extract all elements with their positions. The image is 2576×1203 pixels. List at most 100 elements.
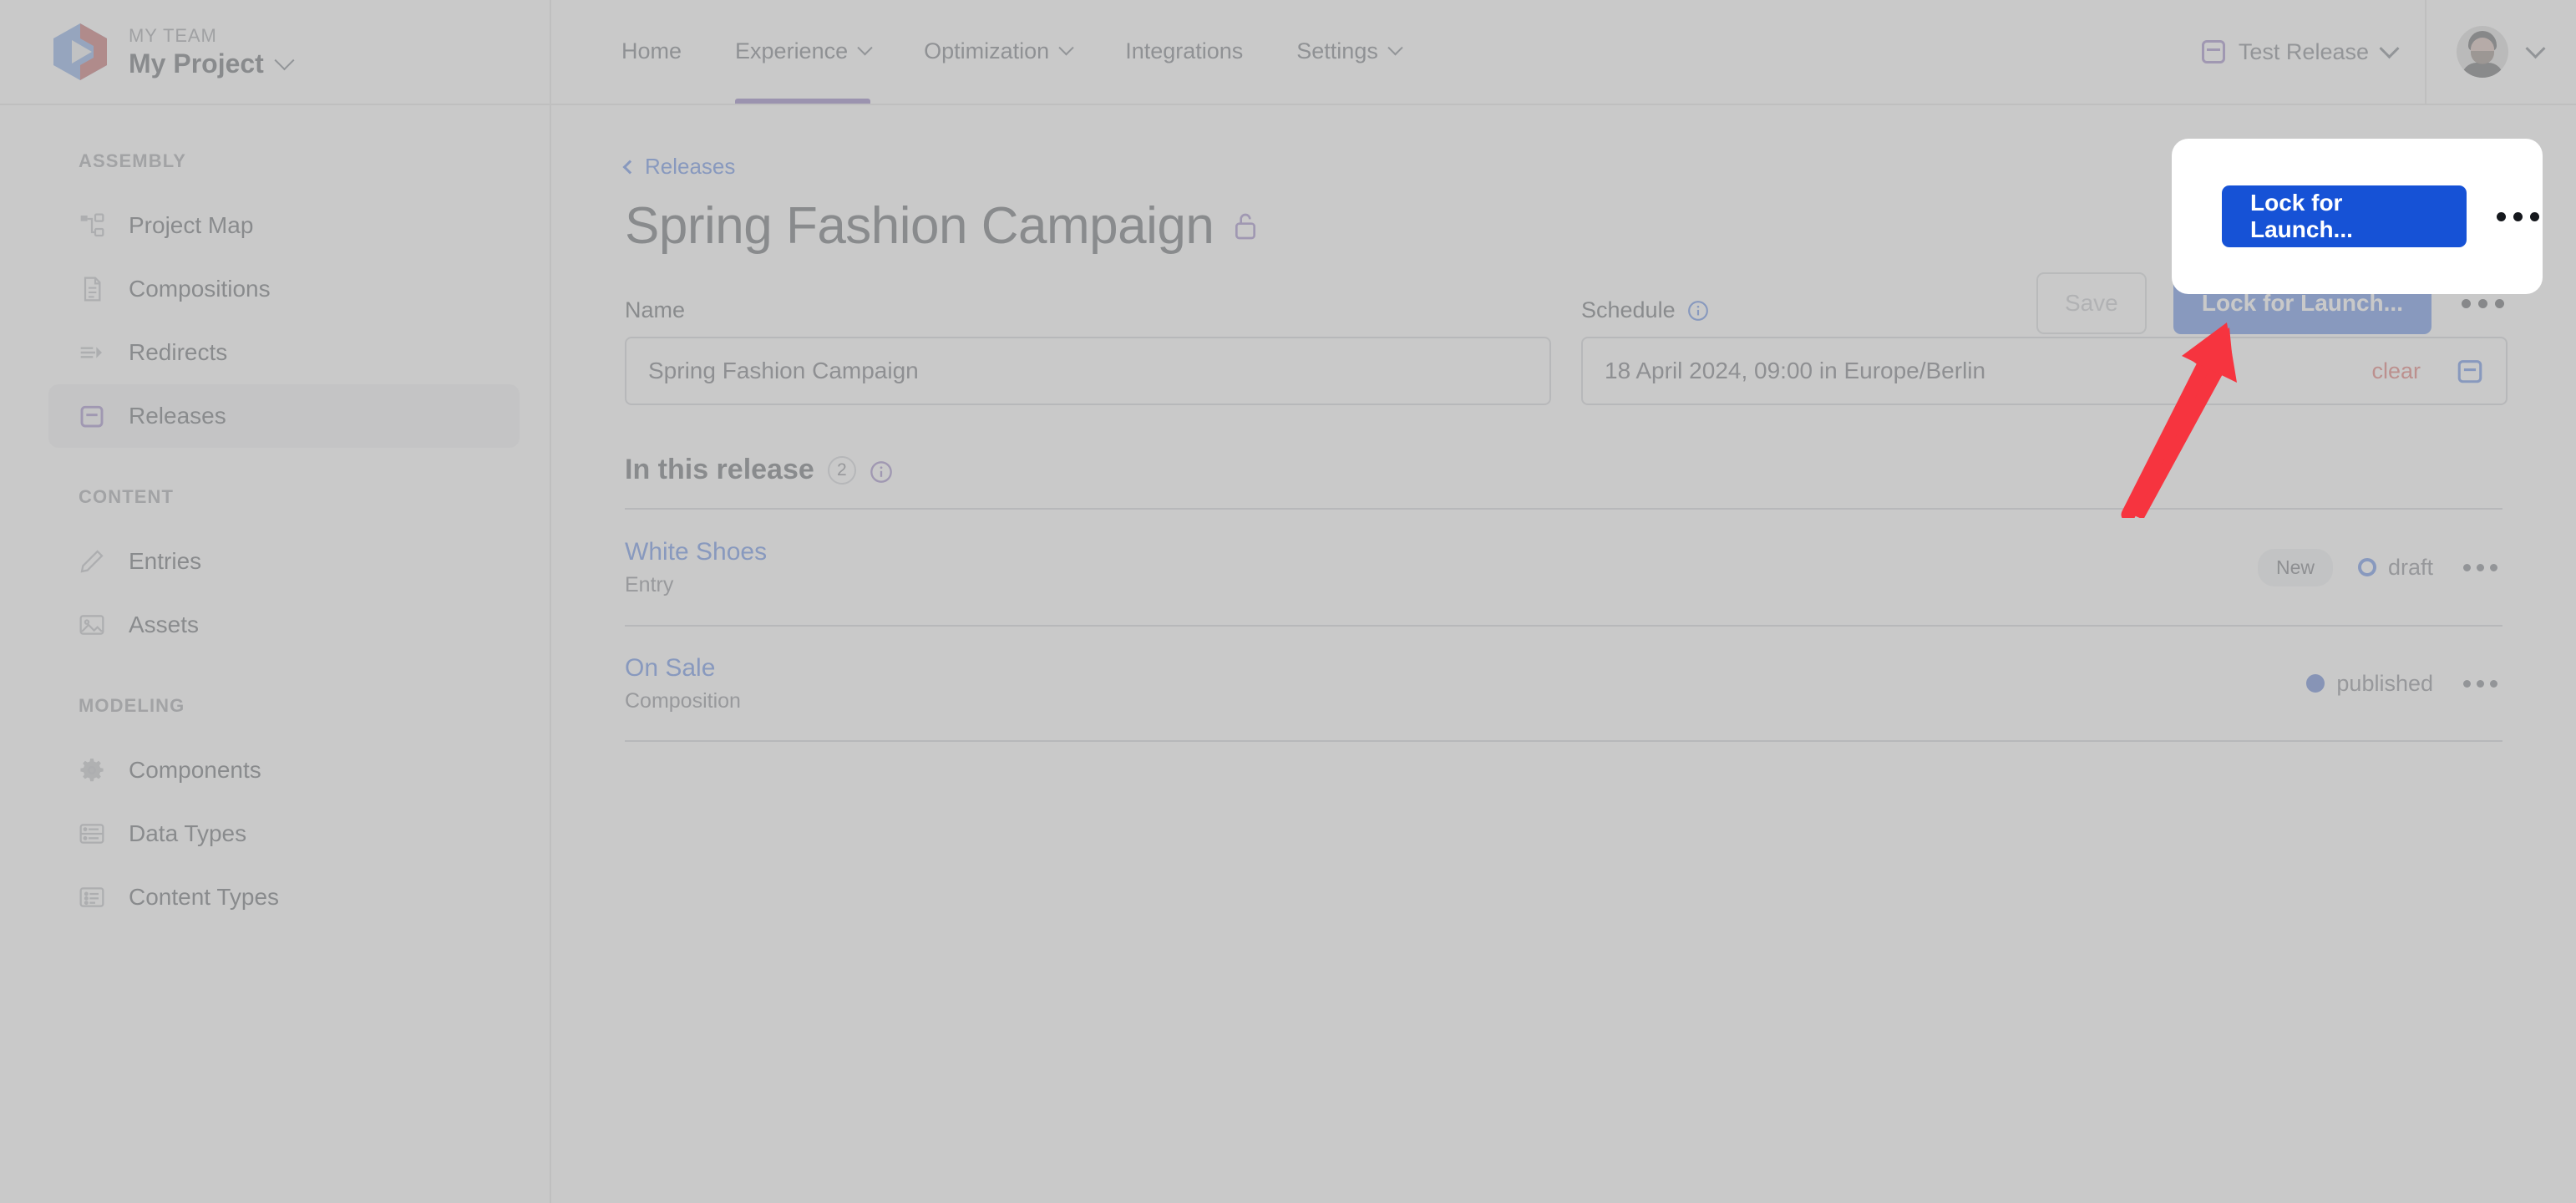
sitemap-icon: [79, 212, 105, 239]
kebab-menu-icon[interactable]: [2458, 556, 2502, 580]
lock-for-launch-button[interactable]: Lock for Launch...: [2222, 185, 2467, 247]
row-meta: published: [2306, 671, 2502, 697]
sidebar-item-components[interactable]: Components: [48, 739, 520, 802]
schedule-controls: clear: [2371, 357, 2484, 385]
item-status-label: published: [2336, 670, 2433, 696]
brand-project-switcher[interactable]: MY TEAM My Project: [0, 0, 551, 104]
nav-item-label: Settings: [1296, 38, 1378, 63]
sidebar-item-assets[interactable]: Assets: [48, 593, 520, 657]
kebab-menu-icon[interactable]: [2493, 202, 2543, 231]
nav-item-home[interactable]: Home: [595, 0, 708, 104]
page-actions: Lock for Launch...: [2172, 139, 2543, 294]
sidebar-item-label: Redirects: [129, 339, 228, 365]
name-input[interactable]: Spring Fashion Campaign: [625, 337, 1551, 405]
schedule-label-text: Schedule: [1581, 297, 1676, 322]
nav-item-settings[interactable]: Settings: [1270, 0, 1427, 104]
item-status: draft: [2357, 554, 2433, 581]
row-primary: On Sale Composition: [625, 654, 741, 713]
avatar: [2457, 26, 2508, 78]
uniform-logo-icon: [52, 22, 109, 82]
info-circle-icon[interactable]: [1687, 300, 1709, 322]
page-title: Spring Fashion Campaign: [625, 197, 1214, 255]
main-nav: Home Experience Optimization Integration…: [551, 0, 1427, 104]
sidebar: ASSEMBLY Project Map Compositions Redire…: [0, 105, 551, 1203]
sidebar-item-label: Components: [129, 757, 261, 783]
chevron-down-icon: [1387, 39, 1403, 55]
nav-item-label: Home: [621, 38, 682, 63]
project-row: My Project: [129, 48, 295, 79]
user-menu[interactable]: [2425, 0, 2576, 104]
image-icon: [79, 612, 105, 638]
release-selector[interactable]: Test Release: [2173, 0, 2425, 104]
data-table-icon: [79, 820, 105, 847]
chevron-down-icon: [857, 39, 873, 55]
chevron-down-icon: [1058, 39, 1074, 55]
chevron-down-icon: [2525, 38, 2546, 58]
project-name: My Project: [129, 48, 264, 79]
sidebar-item-label: Releases: [129, 403, 226, 429]
sidebar-item-label: Assets: [129, 612, 200, 637]
item-name-link[interactable]: On Sale: [625, 654, 741, 683]
schedule-input[interactable]: 18 April 2024, 09:00 in Europe/Berlin cl…: [1581, 337, 2508, 405]
sidebar-item-compositions[interactable]: Compositions: [48, 257, 520, 321]
sidebar-group-assembly: ASSEMBLY Project Map Compositions Redire…: [0, 150, 550, 448]
release-item-count-badge: 2: [827, 455, 856, 485]
schedule-value: 18 April 2024, 09:00 in Europe/Berlin: [1605, 358, 1986, 383]
sidebar-item-redirects[interactable]: Redirects: [48, 321, 520, 384]
info-circle-icon[interactable]: [870, 459, 893, 483]
brand-text: MY TEAM My Project: [129, 24, 295, 79]
table-row[interactable]: On Sale Composition published: [625, 625, 2502, 742]
sidebar-group-label: ASSEMBLY: [79, 150, 187, 171]
sidebar-item-releases[interactable]: Releases: [48, 384, 520, 448]
name-field-group: Name Spring Fashion Campaign: [625, 297, 1551, 405]
sidebar-item-entries[interactable]: Entries: [48, 530, 520, 593]
breadcrumb[interactable]: Releases: [622, 154, 735, 180]
sidebar-item-label: Project Map: [129, 212, 254, 238]
in-this-release-heading: In this release 2: [625, 454, 2576, 486]
sidebar-item-label: Data Types: [129, 820, 247, 846]
nav-item-label: Optimization: [924, 38, 1050, 63]
redirect-arrow-icon: [79, 339, 105, 366]
status-badge: New: [2257, 548, 2333, 586]
release-calendar-icon: [79, 403, 105, 429]
item-name-link[interactable]: White Shoes: [625, 538, 767, 566]
sidebar-item-data-types[interactable]: Data Types: [48, 802, 520, 865]
calendar-icon[interactable]: [2456, 357, 2484, 385]
nav-item-label: Integrations: [1125, 38, 1244, 63]
kebab-menu-icon[interactable]: [2458, 672, 2502, 696]
chevron-down-icon[interactable]: [274, 49, 295, 70]
sidebar-item-label: Content Types: [129, 884, 280, 910]
item-status: published: [2306, 671, 2433, 697]
release-calendar-icon: [2201, 40, 2225, 63]
document-icon: [79, 276, 105, 302]
section-title: In this release: [625, 454, 814, 485]
pencil-icon: [79, 548, 105, 575]
name-field-label: Name: [625, 297, 686, 322]
nav-item-integrations[interactable]: Integrations: [1098, 0, 1270, 104]
item-status-label: draft: [2387, 554, 2433, 580]
hollow-blue-circle-icon: [2357, 558, 2376, 576]
sidebar-group-content: CONTENT Entries Assets: [0, 486, 550, 657]
save-button[interactable]: Save: [2036, 272, 2147, 334]
sidebar-item-label: Entries: [129, 548, 202, 574]
sidebar-item-project-map[interactable]: Project Map: [48, 194, 520, 257]
gear-icon: [79, 757, 105, 784]
nav-item-experience[interactable]: Experience: [708, 0, 897, 104]
clear-schedule-button[interactable]: clear: [2371, 358, 2421, 384]
team-label: MY TEAM: [129, 24, 217, 46]
top-right-cluster: Test Release: [2173, 0, 2576, 104]
sidebar-item-label: Compositions: [129, 276, 271, 302]
nav-item-label: Experience: [735, 38, 849, 63]
screenshot-root: MY TEAM My Project Home Experience Optim…: [0, 0, 2576, 1203]
top-navigation-bar: MY TEAM My Project Home Experience Optim…: [0, 0, 2576, 105]
sidebar-group-label: MODELING: [79, 695, 185, 716]
list-icon: [79, 884, 105, 911]
row-primary: White Shoes Entry: [625, 538, 767, 597]
release-selector-label: Test Release: [2238, 38, 2369, 64]
filled-blue-circle-icon: [2306, 674, 2325, 693]
nav-item-optimization[interactable]: Optimization: [897, 0, 1098, 104]
table-row[interactable]: White Shoes Entry New draft: [625, 508, 2502, 625]
sidebar-item-content-types[interactable]: Content Types: [48, 865, 520, 929]
item-type-label: Composition: [625, 688, 741, 713]
sidebar-group-label: CONTENT: [79, 486, 175, 507]
